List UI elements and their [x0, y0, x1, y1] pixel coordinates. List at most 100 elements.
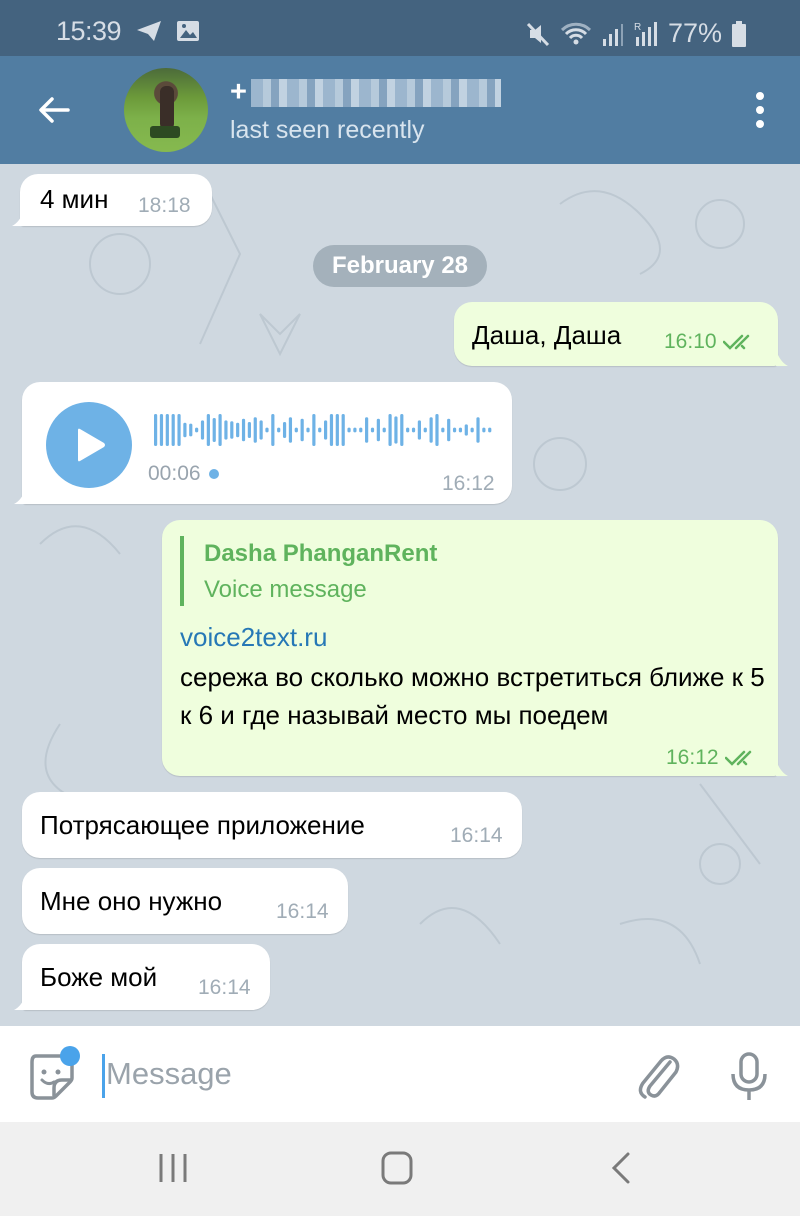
notification-badge — [60, 1046, 80, 1066]
message-text: Мне оно нужно — [40, 886, 223, 916]
system-nav-bar — [0, 1122, 800, 1216]
more-options-icon[interactable] — [754, 92, 766, 128]
date-separator: February 28 — [313, 245, 487, 287]
message-list[interactable]: 4 мин 18:18 February 28 Даша, Даша 16:10… — [0, 164, 800, 1026]
message-incoming[interactable]: Потрясающее приложение 16:14 — [22, 792, 522, 858]
bubble-tail — [776, 350, 788, 366]
waveform-bar — [488, 427, 492, 433]
waveform-bar — [318, 427, 322, 433]
bubble-tail — [14, 994, 26, 1010]
waveform-bar — [212, 418, 216, 442]
waveform-bar — [324, 420, 328, 440]
contact-avatar[interactable] — [124, 68, 208, 152]
waveform-bar — [447, 418, 451, 442]
message-time: 16:12 — [666, 746, 759, 770]
message-time: 16:12 — [442, 472, 495, 495]
waveform-bar — [247, 422, 251, 438]
message-composer — [0, 1026, 800, 1122]
waveform-bar — [159, 414, 164, 446]
message-text: сережа во сколько можно встретиться ближ… — [180, 662, 765, 730]
status-time: 15:39 — [56, 16, 122, 46]
waveform-bar — [265, 427, 269, 433]
waveform-bar — [165, 414, 169, 446]
waveform-bar — [388, 414, 392, 446]
attach-icon[interactable] — [636, 1052, 682, 1100]
waveform-bar — [335, 414, 339, 446]
waveform-bar — [341, 414, 345, 446]
mute-icon — [526, 22, 550, 46]
play-button[interactable] — [46, 402, 132, 488]
unplayed-dot — [208, 469, 219, 479]
waveform-bar — [417, 420, 421, 440]
waveform-bar — [306, 427, 310, 433]
voice-duration: 00:06 — [148, 462, 219, 486]
reply-preview: Voice message — [204, 576, 367, 603]
waveform-bar — [189, 423, 193, 437]
text-cursor — [102, 1054, 105, 1098]
waveform-bar — [195, 427, 199, 433]
waveform-bar — [423, 427, 427, 433]
waveform-bar — [200, 420, 205, 440]
waveform-bar — [171, 414, 175, 446]
message-time: 18:18 — [138, 194, 191, 217]
waveform-bar — [470, 427, 474, 433]
message-time: 16:14 — [276, 900, 329, 923]
svg-text:R: R — [634, 22, 641, 33]
waveform-bar — [236, 422, 240, 438]
chat-header: + last seen recently — [0, 56, 800, 164]
contact-name[interactable]: + — [230, 76, 501, 109]
waveform-bar — [400, 414, 404, 446]
status-bar: 15:39 R 77% — [0, 0, 800, 56]
home-icon[interactable] — [380, 1150, 414, 1186]
bubble-tail — [12, 210, 24, 226]
microphone-icon[interactable] — [728, 1052, 770, 1102]
bubble-tail — [14, 488, 26, 504]
double-check-icon — [724, 750, 751, 766]
waveform-bar — [241, 418, 246, 442]
back-nav-icon[interactable] — [608, 1150, 632, 1186]
gallery-icon — [177, 21, 199, 41]
voice-waveform[interactable] — [154, 414, 494, 446]
back-arrow-icon[interactable] — [34, 90, 74, 130]
message-text: 4 мин — [40, 184, 109, 214]
waveform-bar — [294, 427, 298, 433]
waveform-bar — [253, 417, 257, 443]
message-incoming[interactable]: Мне оно нужно 16:14 — [22, 868, 348, 934]
message-outgoing[interactable]: Даша, Даша 16:10 — [454, 302, 778, 366]
message-text: Боже мой — [40, 962, 158, 992]
waveform-bar — [452, 427, 457, 433]
voice-message[interactable]: 00:06 16:12 — [22, 382, 512, 504]
waveform-bar — [365, 417, 369, 443]
waveform-bar — [359, 427, 363, 433]
obscured-phone-number — [250, 78, 501, 107]
message-link[interactable]: voice2text.ru — [180, 622, 327, 653]
waveform-bar — [224, 420, 228, 440]
waveform-bar — [370, 427, 375, 433]
message-input[interactable] — [106, 1050, 606, 1098]
waveform-bar — [376, 418, 380, 442]
waveform-bar — [441, 427, 445, 433]
waveform-bar — [177, 414, 181, 446]
waveform-bar — [353, 427, 357, 433]
recent-apps-icon[interactable] — [158, 1150, 188, 1186]
roaming-signal-icon: R — [634, 21, 657, 46]
message-incoming[interactable]: 4 мин 18:18 — [20, 174, 212, 226]
message-incoming[interactable]: Боже мой 16:14 — [22, 944, 270, 1010]
waveform-bar — [259, 420, 263, 440]
message-time: 16:10 — [664, 330, 757, 354]
contact-status: last seen recently — [230, 116, 425, 144]
waveform-bar — [329, 414, 334, 446]
message-time: 16:14 — [198, 976, 251, 999]
play-icon — [78, 428, 105, 462]
waveform-bar — [347, 427, 351, 433]
waveform-bar — [183, 422, 187, 438]
waveform-bar — [300, 418, 304, 442]
waveform-bar — [482, 427, 486, 433]
signal-icon — [602, 23, 623, 46]
waveform-bar — [406, 427, 410, 433]
message-outgoing-reply[interactable]: Dasha PhanganRent Voice message voice2te… — [162, 520, 778, 776]
reply-quote[interactable]: Dasha PhanganRent Voice message — [180, 536, 437, 606]
message-time: 16:14 — [450, 824, 503, 847]
waveform-bar — [464, 424, 468, 436]
bubble-tail — [776, 760, 788, 776]
